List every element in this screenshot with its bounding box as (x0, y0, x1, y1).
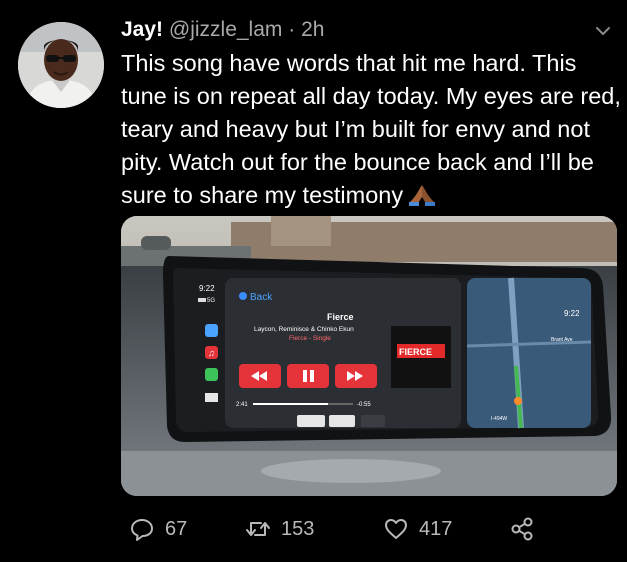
svg-text:♫: ♫ (208, 348, 215, 358)
more-options-button[interactable] (361, 415, 385, 427)
song-title: Fierce (327, 312, 354, 322)
tweet-text: This song have words that hit me hard. T… (121, 50, 621, 208)
album-name: Fierce - Single (289, 335, 331, 342)
retweet-icon (245, 516, 271, 542)
back-arrow-icon[interactable] (239, 292, 247, 300)
tweet-body: This song have words that hit me hard. T… (121, 47, 621, 216)
share-icon (509, 516, 535, 542)
map-clock: 9:22 (564, 309, 580, 318)
retweet-count: 153 (281, 517, 315, 540)
phone-app-icon[interactable] (205, 368, 218, 381)
progress-fill (253, 403, 328, 405)
road-label: I-494W (491, 416, 507, 422)
dashboard-grid-icon[interactable] (205, 393, 218, 402)
chevron-down-icon[interactable] (594, 22, 612, 40)
song-artists: Laycon, Reminisce & Chinko Ekun (254, 326, 354, 333)
separator-dot: · (288, 18, 296, 41)
elapsed-time: 2:41 (236, 402, 248, 408)
remaining-time: -0:55 (357, 402, 371, 408)
reply-count: 67 (165, 517, 188, 540)
avatar-photo (18, 22, 104, 108)
shuffle-button[interactable] (297, 415, 325, 427)
carplay-clock: 9:22 (199, 284, 215, 293)
tweet-timestamp[interactable]: 2h (301, 18, 324, 41)
location-marker-icon (514, 397, 522, 405)
album-art-text: FIERCE (399, 347, 432, 357)
reply-icon (129, 516, 155, 542)
carplay-screen: 9:22 5G ♫ Back Fierce Laycon, Reminisce … (173, 268, 599, 432)
display-name[interactable]: Jay! (121, 18, 163, 41)
avatar[interactable] (18, 22, 104, 108)
waze-app-icon[interactable] (205, 324, 218, 337)
map-panel[interactable] (467, 278, 591, 428)
carplay-signal: 5G (207, 298, 215, 304)
tweet-actions: 67 153 417 (121, 513, 621, 545)
retweet-button[interactable]: 153 (245, 513, 314, 545)
back-button[interactable]: Back (250, 292, 273, 303)
heart-icon (383, 516, 409, 542)
user-handle[interactable]: @jizzle_lam (169, 18, 283, 41)
street-label: Brant Ave (551, 337, 573, 343)
like-button[interactable]: 417 (383, 513, 452, 545)
like-count: 417 (419, 517, 453, 540)
pause-icon (303, 370, 307, 382)
tweet-media-photo[interactable]: 9:22 5G ♫ Back Fierce Laycon, Reminisce … (121, 216, 617, 496)
share-button[interactable] (509, 513, 535, 545)
pause-button[interactable] (287, 364, 329, 388)
signal-bars-icon (198, 298, 206, 302)
tweet-header: Jay! @jizzle_lam · 2h (121, 16, 324, 44)
repeat-button[interactable] (329, 415, 355, 427)
folded-hands-emoji-icon (407, 183, 437, 216)
reply-button[interactable]: 67 (129, 513, 187, 545)
